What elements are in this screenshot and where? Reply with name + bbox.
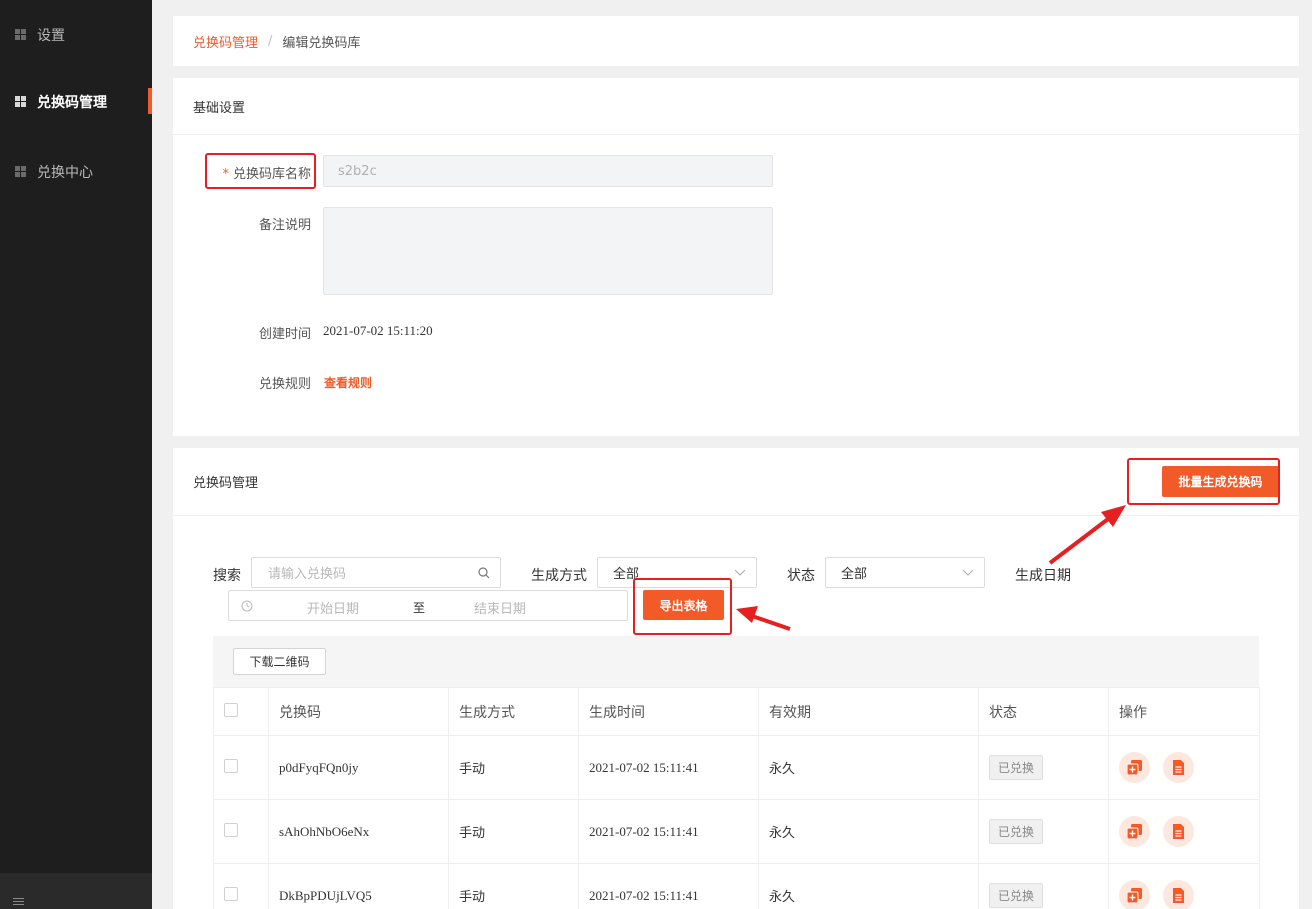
rule-label: 兑换规则: [258, 377, 311, 392]
validity-cell: 永久: [758, 735, 979, 800]
table-toolbar: 下载二维码: [213, 636, 1259, 687]
status-select[interactable]: 全部: [825, 557, 985, 588]
method-label: 生成方式: [531, 568, 587, 584]
actions-cell: [1108, 863, 1260, 909]
search-icon[interactable]: [478, 567, 490, 579]
method-select-value: 全部: [613, 567, 640, 582]
time-cell: 2021-07-02 15:11:41: [578, 735, 759, 800]
status-badge: 已兑换: [989, 755, 1044, 780]
validity-cell: 永久: [758, 799, 979, 864]
view-rules-link[interactable]: 查看规则: [324, 374, 372, 391]
column-header: 操作: [1108, 687, 1260, 736]
grid-icon: [15, 29, 27, 41]
method-select[interactable]: 全部: [597, 557, 757, 588]
created-time-value: 2021-07-02 15:11:20: [323, 323, 433, 338]
column-header: 兑换码: [268, 687, 449, 736]
detail-button[interactable]: [1163, 880, 1194, 909]
status-select-value: 全部: [841, 567, 868, 582]
date-end-input[interactable]: 结束日期: [474, 598, 526, 617]
search-input[interactable]: 请输入兑换码: [251, 557, 501, 588]
code-cell: DkBpPDUjLVQ5: [268, 863, 449, 909]
row-checkbox[interactable]: [224, 822, 238, 837]
method-cell: 手动: [448, 799, 579, 864]
sidebar-item-settings[interactable]: 设置: [0, 0, 152, 70]
name-label: * 兑换码库名称: [222, 167, 311, 182]
document-icon: [1173, 824, 1184, 839]
column-header: 状态: [978, 687, 1109, 736]
table-row: DkBpPDUjLVQ5 手动 2021-07-02 15:11:41 永久 已…: [213, 863, 1260, 909]
select-all-checkbox[interactable]: [224, 702, 238, 717]
note-label: 备注说明: [258, 218, 311, 233]
export-table-button[interactable]: 导出表格: [643, 590, 724, 620]
column-header: 生成方式: [448, 687, 579, 736]
section-title: 基础设置: [173, 78, 1299, 135]
sidebar-item-label: 兑换中心: [37, 165, 93, 181]
copy-button[interactable]: [1119, 752, 1150, 783]
copy-button[interactable]: [1119, 880, 1150, 909]
breadcrumb: 兑换码管理 / 编辑兑换码库: [173, 16, 1299, 66]
copy-add-icon: [1126, 888, 1142, 904]
download-qr-button[interactable]: 下载二维码: [233, 648, 326, 675]
document-icon: [1173, 888, 1184, 903]
active-indicator: [148, 88, 152, 114]
note-textarea[interactable]: [323, 207, 773, 295]
document-icon: [1173, 760, 1184, 775]
basic-settings-card: 基础设置 * 兑换码库名称 s2b2c 备注说明 创建时间 2021-07-02 …: [173, 78, 1299, 436]
table-header-row: 兑换码 生成方式 生成时间 有效期 状态 操作: [213, 687, 1260, 736]
batch-generate-button[interactable]: 批量生成兑换码: [1162, 466, 1279, 497]
breadcrumb-current: 编辑兑换码库: [282, 35, 361, 51]
breadcrumb-link-parent[interactable]: 兑换码管理: [193, 32, 258, 51]
sidebar: 设置 兑换码管理 兑换中心: [0, 0, 152, 909]
collapse-menu-icon[interactable]: [13, 898, 24, 907]
sidebar-item-label: 设置: [37, 28, 65, 44]
sidebar-item-code-management[interactable]: 兑换码管理: [0, 67, 152, 137]
date-label: 生成日期: [1015, 568, 1071, 584]
status-badge: 已兑换: [989, 819, 1044, 844]
row-checkbox[interactable]: [224, 758, 238, 773]
sidebar-footer: [0, 873, 152, 909]
library-name-input[interactable]: s2b2c: [323, 155, 773, 187]
search-label: 搜索: [213, 568, 241, 584]
chevron-down-icon: [962, 569, 974, 576]
column-header: 有效期: [758, 687, 979, 736]
method-cell: 手动: [448, 735, 579, 800]
row-checkbox[interactable]: [224, 886, 238, 901]
status-label: 状态: [787, 568, 815, 584]
grid-icon: [15, 96, 27, 108]
copy-add-icon: [1126, 760, 1142, 776]
required-mark: *: [222, 167, 229, 182]
validity-cell: 永久: [758, 863, 979, 909]
detail-button[interactable]: [1163, 816, 1194, 847]
code-management-card: 兑换码管理 批量生成兑换码 搜索 请输入兑换码 生成方式 全部 状态 全部 生成…: [173, 448, 1299, 909]
date-start-input[interactable]: 开始日期: [307, 598, 359, 617]
method-cell: 手动: [448, 863, 579, 909]
code-table-grid: 兑换码 生成方式 生成时间 有效期 状态 操作 p0dFyqFQn0jy 手动 …: [213, 687, 1260, 909]
copy-add-icon: [1126, 824, 1142, 840]
code-cell: p0dFyqFQn0jy: [268, 735, 449, 800]
created-time-label: 创建时间: [258, 327, 311, 342]
code-table: 下载二维码 兑换码 生成方式 生成时间 有效期 状态 操作 p0dFyqFQn0…: [213, 636, 1260, 909]
date-range-picker[interactable]: 开始日期 至 结束日期: [228, 590, 628, 621]
table-row: p0dFyqFQn0jy 手动 2021-07-02 15:11:41 永久 已…: [213, 735, 1260, 800]
detail-button[interactable]: [1163, 752, 1194, 783]
table-row: sAhOhNbO6eNx 手动 2021-07-02 15:11:41 永久 已…: [213, 799, 1260, 864]
actions-cell: [1108, 799, 1260, 864]
time-cell: 2021-07-02 15:11:41: [578, 863, 759, 909]
status-badge: 已兑换: [989, 883, 1044, 908]
copy-button[interactable]: [1119, 816, 1150, 847]
section-title: 兑换码管理: [173, 448, 1299, 516]
search-placeholder: 请输入兑换码: [268, 567, 347, 582]
time-cell: 2021-07-02 15:11:41: [578, 799, 759, 864]
date-separator: 至: [413, 601, 426, 615]
code-cell: sAhOhNbO6eNx: [268, 799, 449, 864]
clock-icon: [241, 600, 253, 612]
header-checkbox-cell: [213, 687, 269, 736]
actions-cell: [1108, 735, 1260, 800]
grid-icon: [15, 166, 27, 178]
chevron-down-icon: [734, 569, 746, 576]
column-header: 生成时间: [578, 687, 759, 736]
sidebar-item-redeem-center[interactable]: 兑换中心: [0, 137, 152, 207]
sidebar-item-label: 兑换码管理: [37, 95, 107, 111]
breadcrumb-separator: /: [268, 33, 273, 49]
